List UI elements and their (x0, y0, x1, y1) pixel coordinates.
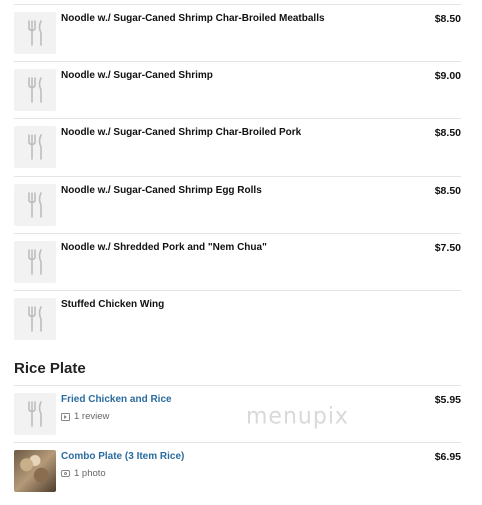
utensils-icon (14, 69, 56, 111)
review-icon (61, 412, 70, 421)
item-name-link[interactable]: Fried Chicken and Rice (61, 394, 172, 405)
photo-count[interactable]: 1 photo (61, 468, 106, 479)
utensils-icon (14, 184, 56, 226)
item-name: Stuffed Chicken Wing (61, 299, 165, 310)
watermark: menupix (246, 403, 349, 430)
review-count[interactable]: 1 review (61, 411, 109, 422)
menu-item: Stuffed Chicken Wing (14, 290, 461, 347)
utensils-icon (14, 298, 56, 340)
item-price: $8.50 (434, 127, 461, 139)
item-name: Noodle w./ Shredded Pork and "Nem Chua" (61, 242, 267, 253)
menu-item: Noodle w./ Sugar-Caned Shrimp Egg Rolls … (14, 176, 461, 234)
item-name: Noodle w./ Sugar-Caned Shrimp Egg Rolls (61, 185, 262, 196)
item-price: $9.00 (434, 70, 461, 82)
item-price: $8.50 (434, 13, 461, 25)
camera-icon (61, 470, 70, 477)
menu-item: Combo Plate (3 Item Rice) $6.95 1 photo (14, 442, 461, 505)
item-name-link[interactable]: Combo Plate (3 Item Rice) (61, 451, 184, 462)
item-price: $6.95 (434, 451, 461, 463)
menu-item: Noodle w./ Sugar-Caned Shrimp Char-Broil… (14, 118, 461, 176)
item-price: $5.95 (434, 394, 461, 406)
utensils-icon (14, 393, 56, 435)
menu-item: Fried Chicken and Rice $5.95 1 review (14, 385, 461, 443)
menu-item: Noodle w./ Sugar-Caned Shrimp Char-Broil… (14, 4, 461, 61)
menu-item: Noodle w./ Sugar-Caned Shrimp $9.00 (14, 61, 461, 119)
menu-item: Noodle w./ Shredded Pork and "Nem Chua" … (14, 233, 461, 291)
utensils-icon (14, 241, 56, 283)
utensils-icon (14, 12, 56, 54)
item-name: Noodle w./ Sugar-Caned Shrimp Char-Broil… (61, 13, 325, 24)
item-price: $7.50 (434, 242, 461, 254)
item-price: $8.50 (434, 185, 461, 197)
food-photo[interactable] (14, 450, 56, 492)
item-name: Noodle w./ Sugar-Caned Shrimp (61, 70, 213, 81)
item-name: Noodle w./ Sugar-Caned Shrimp Char-Broil… (61, 127, 302, 138)
section-title-rice-plate: Rice Plate (14, 360, 86, 377)
review-count-label: 1 review (74, 411, 110, 422)
utensils-icon (14, 126, 56, 168)
photo-count-label: 1 photo (74, 468, 106, 479)
